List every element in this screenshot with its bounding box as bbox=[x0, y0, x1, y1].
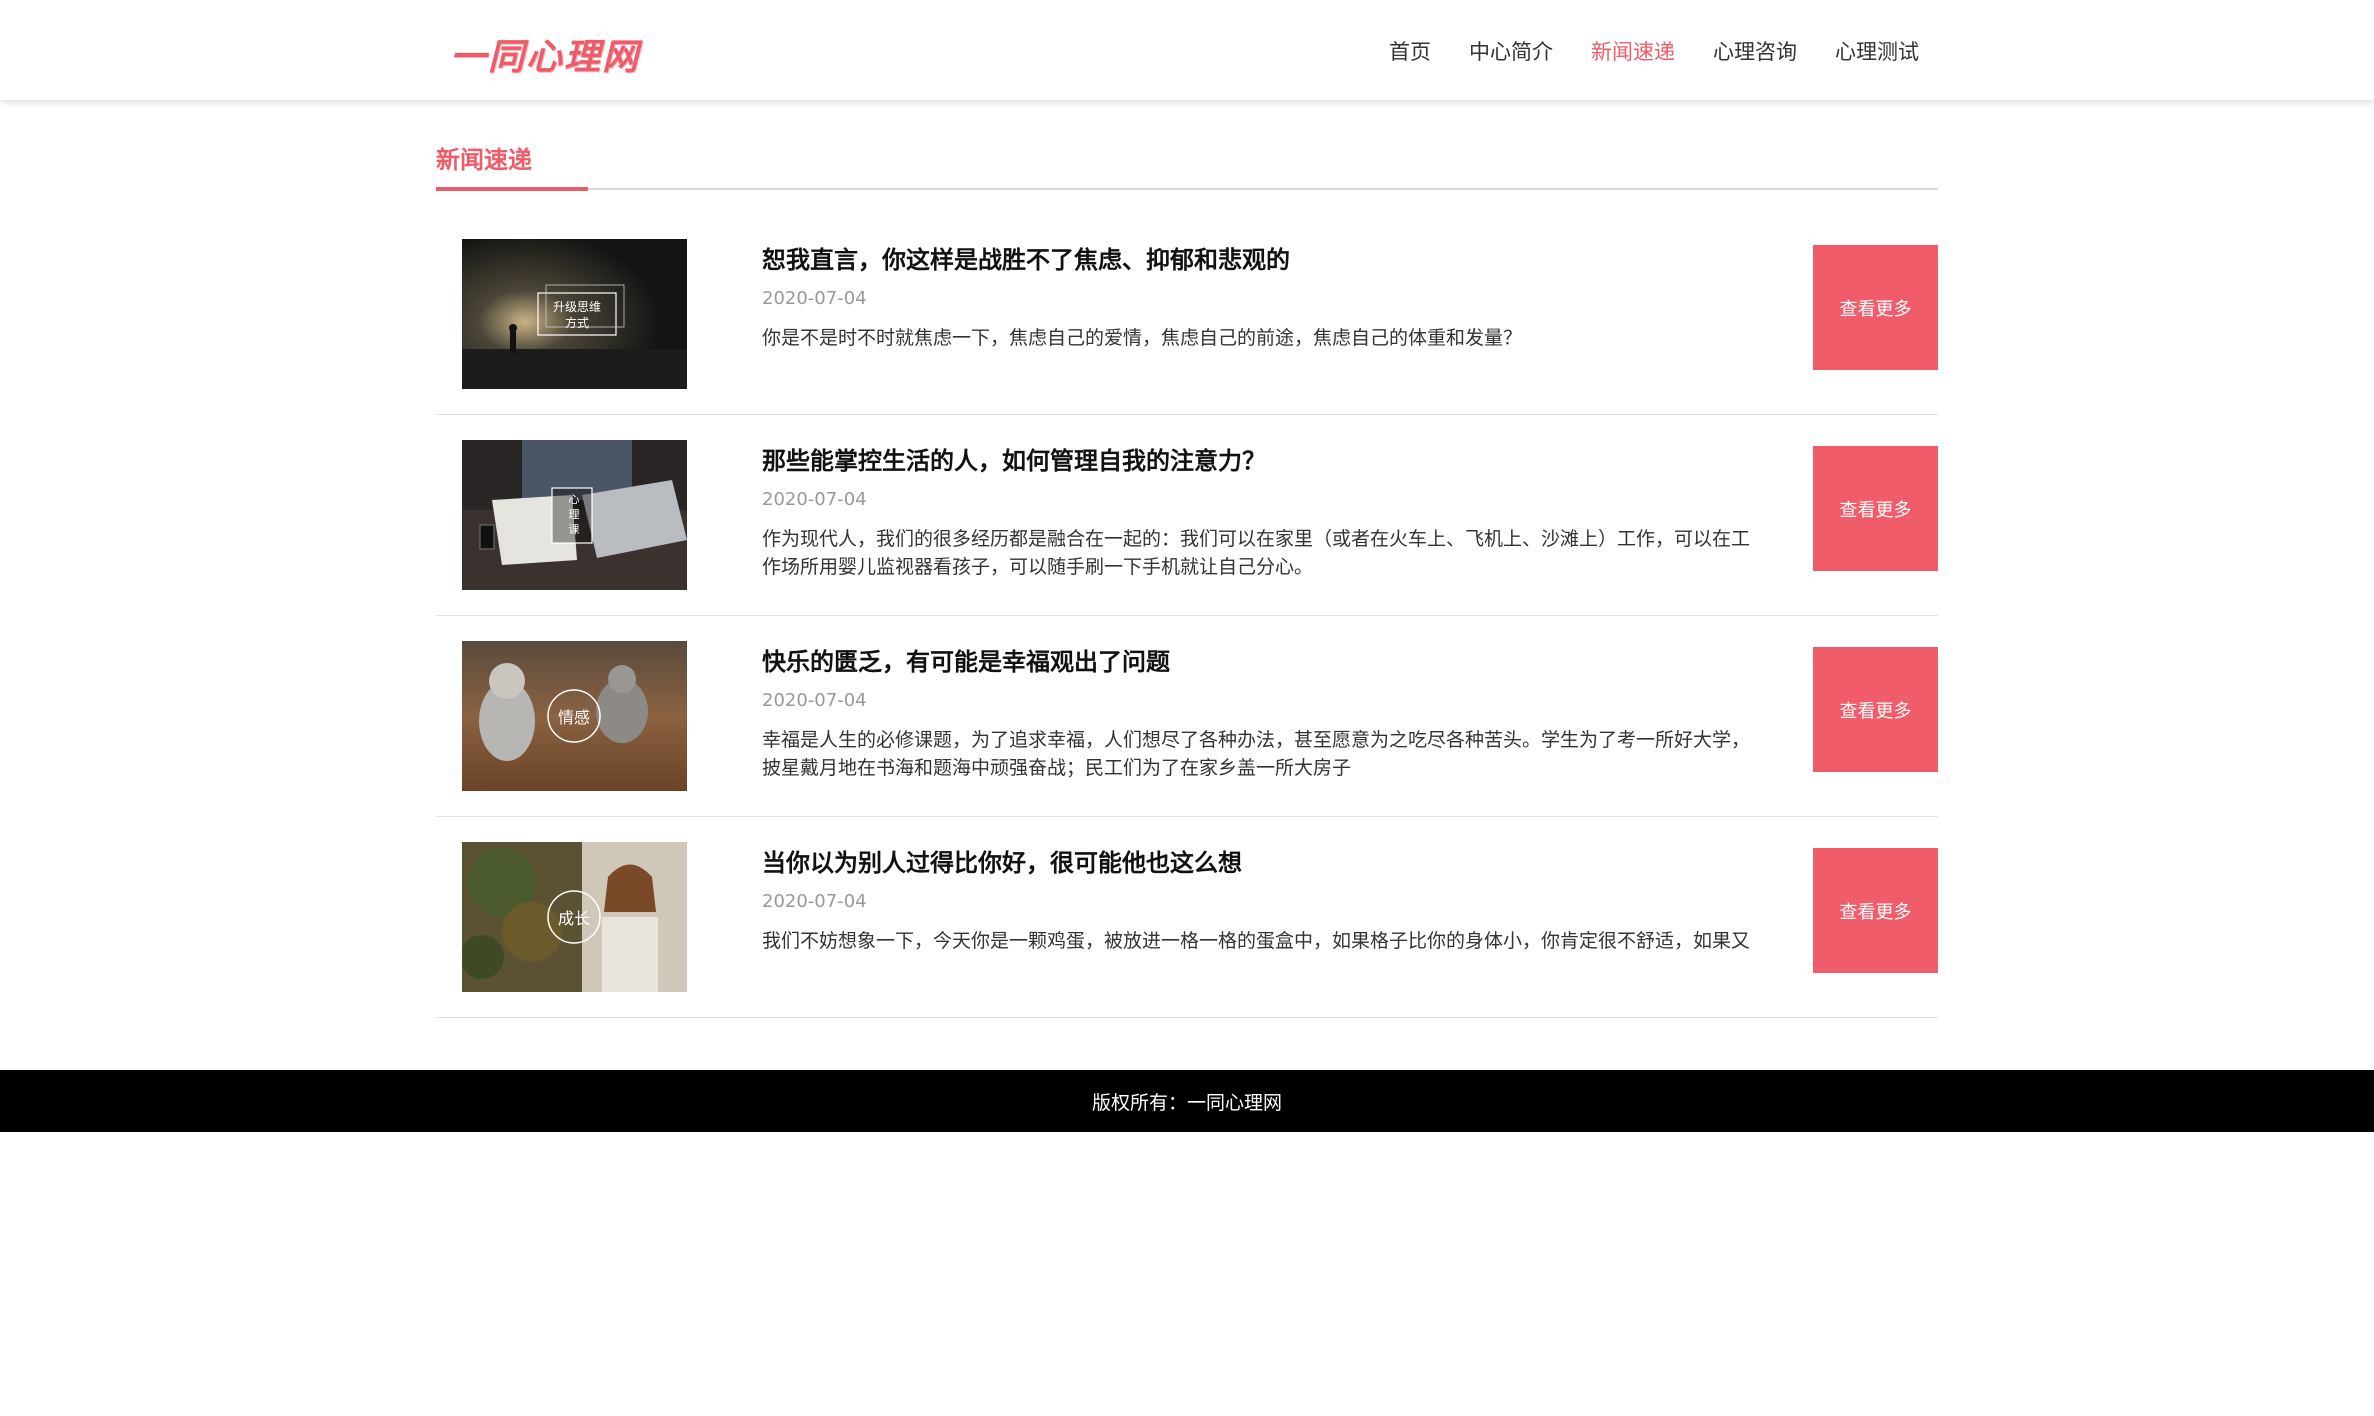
read-more-button[interactable]: 查看更多 bbox=[1813, 446, 1938, 571]
news-date: 2020-07-04 bbox=[762, 489, 867, 510]
section-title: 新闻速递 bbox=[436, 146, 532, 174]
read-more-button[interactable]: 查看更多 bbox=[1813, 647, 1938, 772]
news-title[interactable]: 当你以为别人过得比你好，很可能他也这么想 bbox=[762, 843, 1242, 878]
news-thumbnail[interactable]: 升级思维 方式 bbox=[462, 239, 687, 389]
site-footer: 版权所有：一同心理网 bbox=[0, 1070, 2374, 1132]
news-summary: 幸福是人生的必修课题，为了追求幸福，人们想尽了各种办法，甚至愿意为之吃尽各种苦头… bbox=[762, 729, 1751, 779]
svg-text:情感: 情感 bbox=[558, 708, 590, 727]
read-more-button[interactable]: 查看更多 bbox=[1813, 848, 1938, 973]
news-date: 2020-07-04 bbox=[762, 288, 867, 309]
news-title[interactable]: 那些能掌控生活的人，如何管理自我的注意力？ bbox=[762, 441, 1266, 476]
svg-text:心: 心 bbox=[569, 493, 580, 506]
news-thumbnail[interactable]: 情感 bbox=[462, 641, 687, 791]
news-thumbnail[interactable]: 成长 bbox=[462, 842, 687, 992]
news-list: 升级思维 方式 恕我直言，你这样是战胜不了焦虑、抑郁和悲观的 2020-07-0… bbox=[436, 214, 1938, 1018]
news-title[interactable]: 恕我直言，你这样是战胜不了焦虑、抑郁和悲观的 bbox=[762, 240, 1290, 275]
news-item: 情感 快乐的匮乏，有可能是幸福观出了问题 2020-07-04 幸福是人生的必修… bbox=[436, 616, 1938, 817]
svg-text:升级思维: 升级思维 bbox=[553, 300, 601, 314]
news-date: 2020-07-04 bbox=[762, 690, 867, 711]
news-summary: 我们不妨想象一下，今天你是一颗鸡蛋，被放进一格一格的蛋盒中，如果格子比你的身体小… bbox=[762, 930, 1751, 952]
site-header: 一同心理网 首页 中心简介 新闻速递 心理咨询 心理测试 bbox=[0, 0, 2374, 100]
news-date: 2020-07-04 bbox=[762, 891, 867, 912]
nav-item-home[interactable]: 首页 bbox=[1389, 36, 1431, 66]
main-nav: 首页 中心简介 新闻速递 心理咨询 心理测试 bbox=[1351, 36, 1919, 66]
nav-item-tests[interactable]: 心理测试 bbox=[1835, 36, 1919, 66]
site-logo[interactable]: 一同心理网 bbox=[450, 28, 640, 80]
svg-text:课: 课 bbox=[569, 523, 580, 536]
svg-text:理: 理 bbox=[569, 508, 580, 521]
news-summary: 你是不是时不时就焦虑一下，焦虑自己的爱情，焦虑自己的前途，焦虑自己的体重和发量？ bbox=[762, 327, 1523, 349]
read-more-button[interactable]: 查看更多 bbox=[1813, 245, 1938, 370]
nav-item-consulting[interactable]: 心理咨询 bbox=[1713, 36, 1797, 66]
news-item: 成长 当你以为别人过得比你好，很可能他也这么想 2020-07-04 我们不妨想… bbox=[436, 817, 1938, 1018]
section-title-underline bbox=[436, 187, 588, 191]
svg-text:方式: 方式 bbox=[565, 315, 589, 330]
news-summary: 作为现代人，我们的很多经历都是融合在一起的：我们可以在家里（或者在火车上、飞机上… bbox=[762, 528, 1751, 578]
news-item: 升级思维 方式 恕我直言，你这样是战胜不了焦虑、抑郁和悲观的 2020-07-0… bbox=[436, 214, 1938, 415]
copyright-text: 版权所有：一同心理网 bbox=[1091, 1091, 1282, 1114]
svg-text:成长: 成长 bbox=[558, 909, 590, 928]
section-header: 新闻速递 bbox=[436, 140, 1938, 191]
news-item: 心 理 课 那些能掌控生活的人，如何管理自我的注意力？ 2020-07-04 作… bbox=[436, 415, 1938, 616]
news-title[interactable]: 快乐的匮乏，有可能是幸福观出了问题 bbox=[762, 642, 1170, 677]
nav-item-news[interactable]: 新闻速递 bbox=[1591, 36, 1675, 66]
nav-item-about[interactable]: 中心简介 bbox=[1469, 36, 1553, 66]
news-thumbnail[interactable]: 心 理 课 bbox=[462, 440, 687, 590]
